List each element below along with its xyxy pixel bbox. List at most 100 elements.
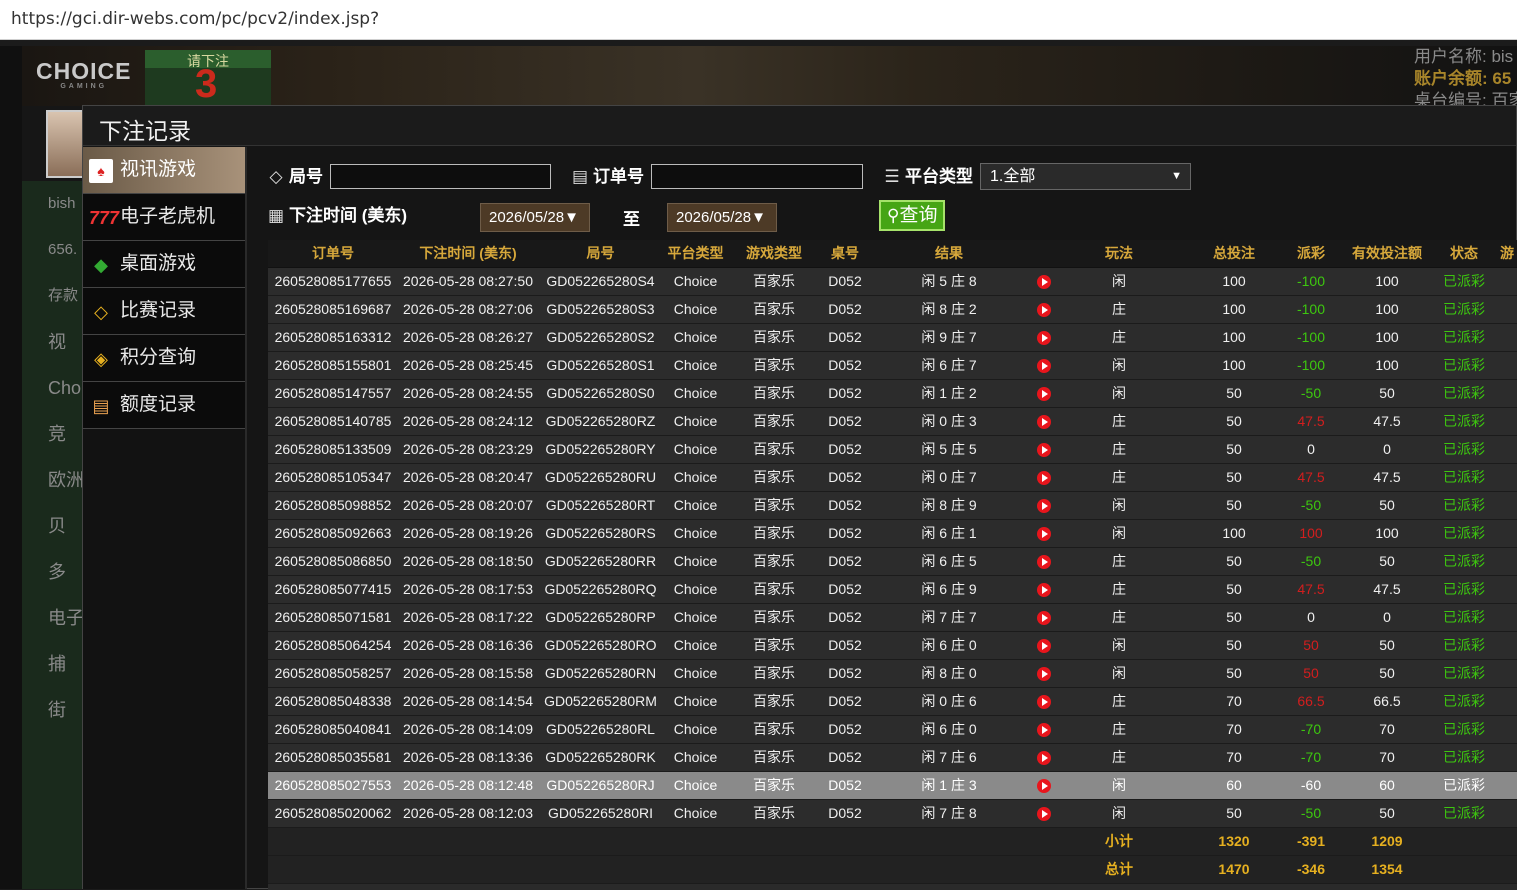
menu-item-credit-records[interactable]: ▤ 额度记录 xyxy=(83,382,245,429)
game-column-cell xyxy=(1486,547,1517,576)
table-row[interactable]: 260528085020062 2026-05-28 08:12:03 GD0522… xyxy=(268,799,1517,828)
order-id-cell: 260528085105347 xyxy=(268,463,398,492)
table-row[interactable]: 260528085035581 2026-05-28 08:13:36 GD0522… xyxy=(268,743,1517,772)
round-id-cell: GD052265280RI xyxy=(538,799,663,828)
play-video-icon[interactable] xyxy=(1037,331,1051,346)
payout-cell: -70 xyxy=(1290,715,1332,744)
play-video-icon[interactable] xyxy=(1037,583,1051,598)
menu-item-live-games[interactable]: ♠ 视讯游戏 xyxy=(83,147,245,194)
table-row[interactable]: 260528085040841 2026-05-28 08:14:09 GD0522… xyxy=(268,715,1517,744)
status-cell: 已派彩 xyxy=(1442,631,1486,660)
round-id-cell: GD052265280RU xyxy=(538,463,663,492)
table-row[interactable]: 260528085092663 2026-05-28 08:19:26 GD0522… xyxy=(268,519,1517,548)
play-video-icon[interactable] xyxy=(1037,387,1051,402)
result-cell: 闲 9 庄 7 xyxy=(870,323,1028,352)
table-row[interactable]: 260528085048338 2026-05-28 08:14:54 GD0522… xyxy=(268,687,1517,716)
table-row[interactable]: 260528085133509 2026-05-28 08:23:29 GD0522… xyxy=(268,435,1517,464)
bg-menu-item: 多 xyxy=(48,562,66,582)
play-video-icon[interactable] xyxy=(1037,555,1051,570)
table-row[interactable]: 260528085086850 2026-05-28 08:18:50 GD0522… xyxy=(268,547,1517,576)
result-cell: 闲 5 庄 5 xyxy=(870,435,1028,464)
table-row[interactable]: 260528085147557 2026-05-28 08:24:55 GD0522… xyxy=(268,379,1517,408)
total-bet-cell: 50 xyxy=(1178,631,1290,660)
date-from-picker[interactable]: 2026/05/28▼ xyxy=(480,203,590,232)
table-row[interactable]: 260528085058257 2026-05-28 08:15:58 GD0522… xyxy=(268,659,1517,688)
payout-cell: -50 xyxy=(1290,379,1332,408)
column-header xyxy=(1028,240,1060,268)
total-bet-cell: 100 xyxy=(1178,519,1290,548)
status-cell: 已派彩 xyxy=(1442,407,1486,436)
bg-user-balance: 656. xyxy=(48,241,78,258)
subtotal-bet: 1320 xyxy=(1178,827,1290,856)
table-row[interactable]: 260528085163312 2026-05-28 08:26:27 GD0522… xyxy=(268,323,1517,352)
play-video-icon[interactable] xyxy=(1037,303,1051,318)
tag-icon: ◇ xyxy=(269,167,283,186)
game-type-cell: 百家乐 xyxy=(728,519,820,548)
play-video-icon[interactable] xyxy=(1037,275,1051,290)
table-row[interactable]: 260528085077415 2026-05-28 08:17:53 GD0522… xyxy=(268,575,1517,604)
table-id-cell: D052 xyxy=(820,743,870,772)
url-text[interactable]: https://gci.dir-webs.com/pc/pcv2/index.j… xyxy=(11,9,379,29)
date-to-picker[interactable]: 2026/05/28▼ xyxy=(667,203,777,232)
menu-item-points[interactable]: ◈ 积分查询 xyxy=(83,335,245,382)
table-row[interactable]: 260528085027553 2026-05-28 08:12:48 GD0522… xyxy=(268,771,1517,800)
platform-select[interactable]: 1.全部 ▼ xyxy=(980,163,1191,190)
play-video-icon[interactable] xyxy=(1037,527,1051,542)
play-video-icon[interactable] xyxy=(1037,695,1051,710)
bet-time-cell: 2026-05-28 08:23:29 xyxy=(398,435,538,464)
play-video-icon[interactable] xyxy=(1037,443,1051,458)
menu-item-table-games[interactable]: ◆ 桌面游戏 xyxy=(83,241,245,288)
table-row[interactable]: 260528085140785 2026-05-28 08:24:12 GD0522… xyxy=(268,407,1517,436)
play-video-icon[interactable] xyxy=(1037,639,1051,654)
menu-item-slots[interactable]: 777 电子老虎机 xyxy=(83,194,245,241)
play-video-icon[interactable] xyxy=(1037,471,1051,486)
game-type-cell: 百家乐 xyxy=(728,379,820,408)
order-id-cell: 260528085155801 xyxy=(268,351,398,380)
play-video-icon[interactable] xyxy=(1037,499,1051,514)
table-row[interactable]: 260528085155801 2026-05-28 08:25:45 GD0522… xyxy=(268,351,1517,380)
column-header: 平台类型 xyxy=(663,240,728,268)
total-bet-cell: 100 xyxy=(1178,351,1290,380)
menu-item-match-records[interactable]: ◇ 比赛记录 xyxy=(83,288,245,335)
platform-cell: Choice xyxy=(663,351,728,380)
table-row[interactable]: 260528085064254 2026-05-28 08:16:36 GD0522… xyxy=(268,631,1517,660)
query-button[interactable]: ⚲查询 xyxy=(879,200,946,231)
table-row[interactable]: 260528085105347 2026-05-28 08:20:47 GD0522… xyxy=(268,463,1517,492)
total-bet-cell: 50 xyxy=(1178,799,1290,828)
table-row[interactable]: 260528085071581 2026-05-28 08:17:22 GD0522… xyxy=(268,603,1517,632)
table-id-cell: D052 xyxy=(820,323,870,352)
address-bar[interactable]: https://gci.dir-webs.com/pc/pcv2/index.j… xyxy=(0,0,1517,40)
play-video-icon[interactable] xyxy=(1037,667,1051,682)
table-row[interactable]: 260528085177655 2026-05-28 08:27:50 GD0522… xyxy=(268,267,1517,296)
result-cell: 闲 7 庄 7 xyxy=(870,603,1028,632)
play-video-icon[interactable] xyxy=(1037,359,1051,374)
game-type-cell: 百家乐 xyxy=(728,715,820,744)
play-video-icon[interactable] xyxy=(1037,611,1051,626)
order-input[interactable] xyxy=(651,164,863,189)
play-video-icon[interactable] xyxy=(1037,415,1051,430)
round-id-cell: GD052265280RO xyxy=(538,631,663,660)
order-id-cell: 260528085040841 xyxy=(268,715,398,744)
play-video-icon[interactable] xyxy=(1037,807,1051,822)
game-column-cell xyxy=(1486,575,1517,604)
result-cell: 闲 8 庄 9 xyxy=(870,491,1028,520)
replay-cell xyxy=(1028,435,1060,464)
replay-cell xyxy=(1028,547,1060,576)
play-video-icon[interactable] xyxy=(1037,751,1051,766)
subtotal-payout: -391 xyxy=(1290,827,1332,856)
table-id-cell: D052 xyxy=(820,435,870,464)
valid-bet-cell: 47.5 xyxy=(1332,575,1442,604)
table-row[interactable]: 260528085169687 2026-05-28 08:27:06 GD0522… xyxy=(268,295,1517,324)
game-type-cell: 百家乐 xyxy=(728,659,820,688)
round-id-cell: GD052265280RT xyxy=(538,491,663,520)
table-row[interactable]: 260528085098852 2026-05-28 08:20:07 GD0522… xyxy=(268,491,1517,520)
play-video-icon[interactable] xyxy=(1037,779,1051,794)
order-id-cell: 260528085035581 xyxy=(268,743,398,772)
round-id-cell: GD052265280S4 xyxy=(538,267,663,296)
table-id-cell: D052 xyxy=(820,631,870,660)
round-input[interactable] xyxy=(330,164,551,189)
bet-time-cell: 2026-05-28 08:13:36 xyxy=(398,743,538,772)
game-column-cell xyxy=(1486,323,1517,352)
game-type-cell: 百家乐 xyxy=(728,295,820,324)
play-video-icon[interactable] xyxy=(1037,723,1051,738)
